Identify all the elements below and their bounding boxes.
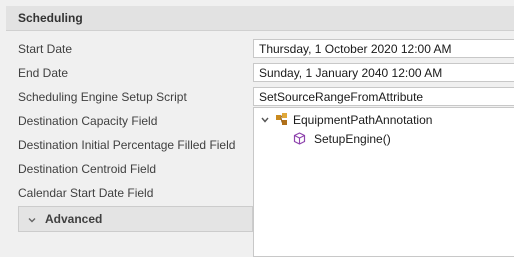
centroid-field-label: Destination Centroid Field <box>18 162 157 176</box>
setup-script-input[interactable]: SetSourceRangeFromAttribute <box>253 87 514 106</box>
collapse-chevron-icon[interactable] <box>260 115 270 125</box>
method-cube-icon <box>293 132 306 145</box>
start-date-input[interactable]: Thursday, 1 October 2020 12:00 AM <box>253 39 514 58</box>
capacity-field-label: Destination Capacity Field <box>18 114 158 128</box>
end-date-value: Sunday, 1 January 2040 12:00 AM <box>259 66 443 80</box>
tree-node-setup-engine[interactable]: SetupEngine() <box>254 130 514 148</box>
setup-script-label: Scheduling Engine Setup Script <box>18 90 187 104</box>
calendar-start-date-field-label: Calendar Start Date Field <box>18 186 154 200</box>
initial-percentage-field-label: Destination Initial Percentage Filled Fi… <box>18 138 236 152</box>
script-dropdown-tree[interactable]: EquipmentPathAnnotation SetupEngine() <box>253 107 514 257</box>
scheduling-panel: Scheduling Start Date End Date Schedulin… <box>0 0 514 257</box>
end-date-input[interactable]: Sunday, 1 January 2040 12:00 AM <box>253 63 514 82</box>
tree-parent-label: EquipmentPathAnnotation <box>293 113 433 127</box>
tree-node-equipment-path-annotation[interactable]: EquipmentPathAnnotation <box>254 111 514 129</box>
start-date-label: Start Date <box>18 42 73 56</box>
class-icon <box>276 113 287 125</box>
advanced-section-toggle[interactable]: Advanced <box>18 206 253 232</box>
advanced-label: Advanced <box>45 212 103 226</box>
setup-script-value: SetSourceRangeFromAttribute <box>259 90 424 104</box>
tree-child-label: SetupEngine() <box>314 132 391 146</box>
start-date-value: Thursday, 1 October 2020 12:00 AM <box>259 42 452 56</box>
end-date-label: End Date <box>18 66 69 80</box>
section-title: Scheduling <box>18 11 83 25</box>
section-header[interactable]: Scheduling <box>6 6 514 31</box>
chevron-down-icon <box>28 218 36 223</box>
